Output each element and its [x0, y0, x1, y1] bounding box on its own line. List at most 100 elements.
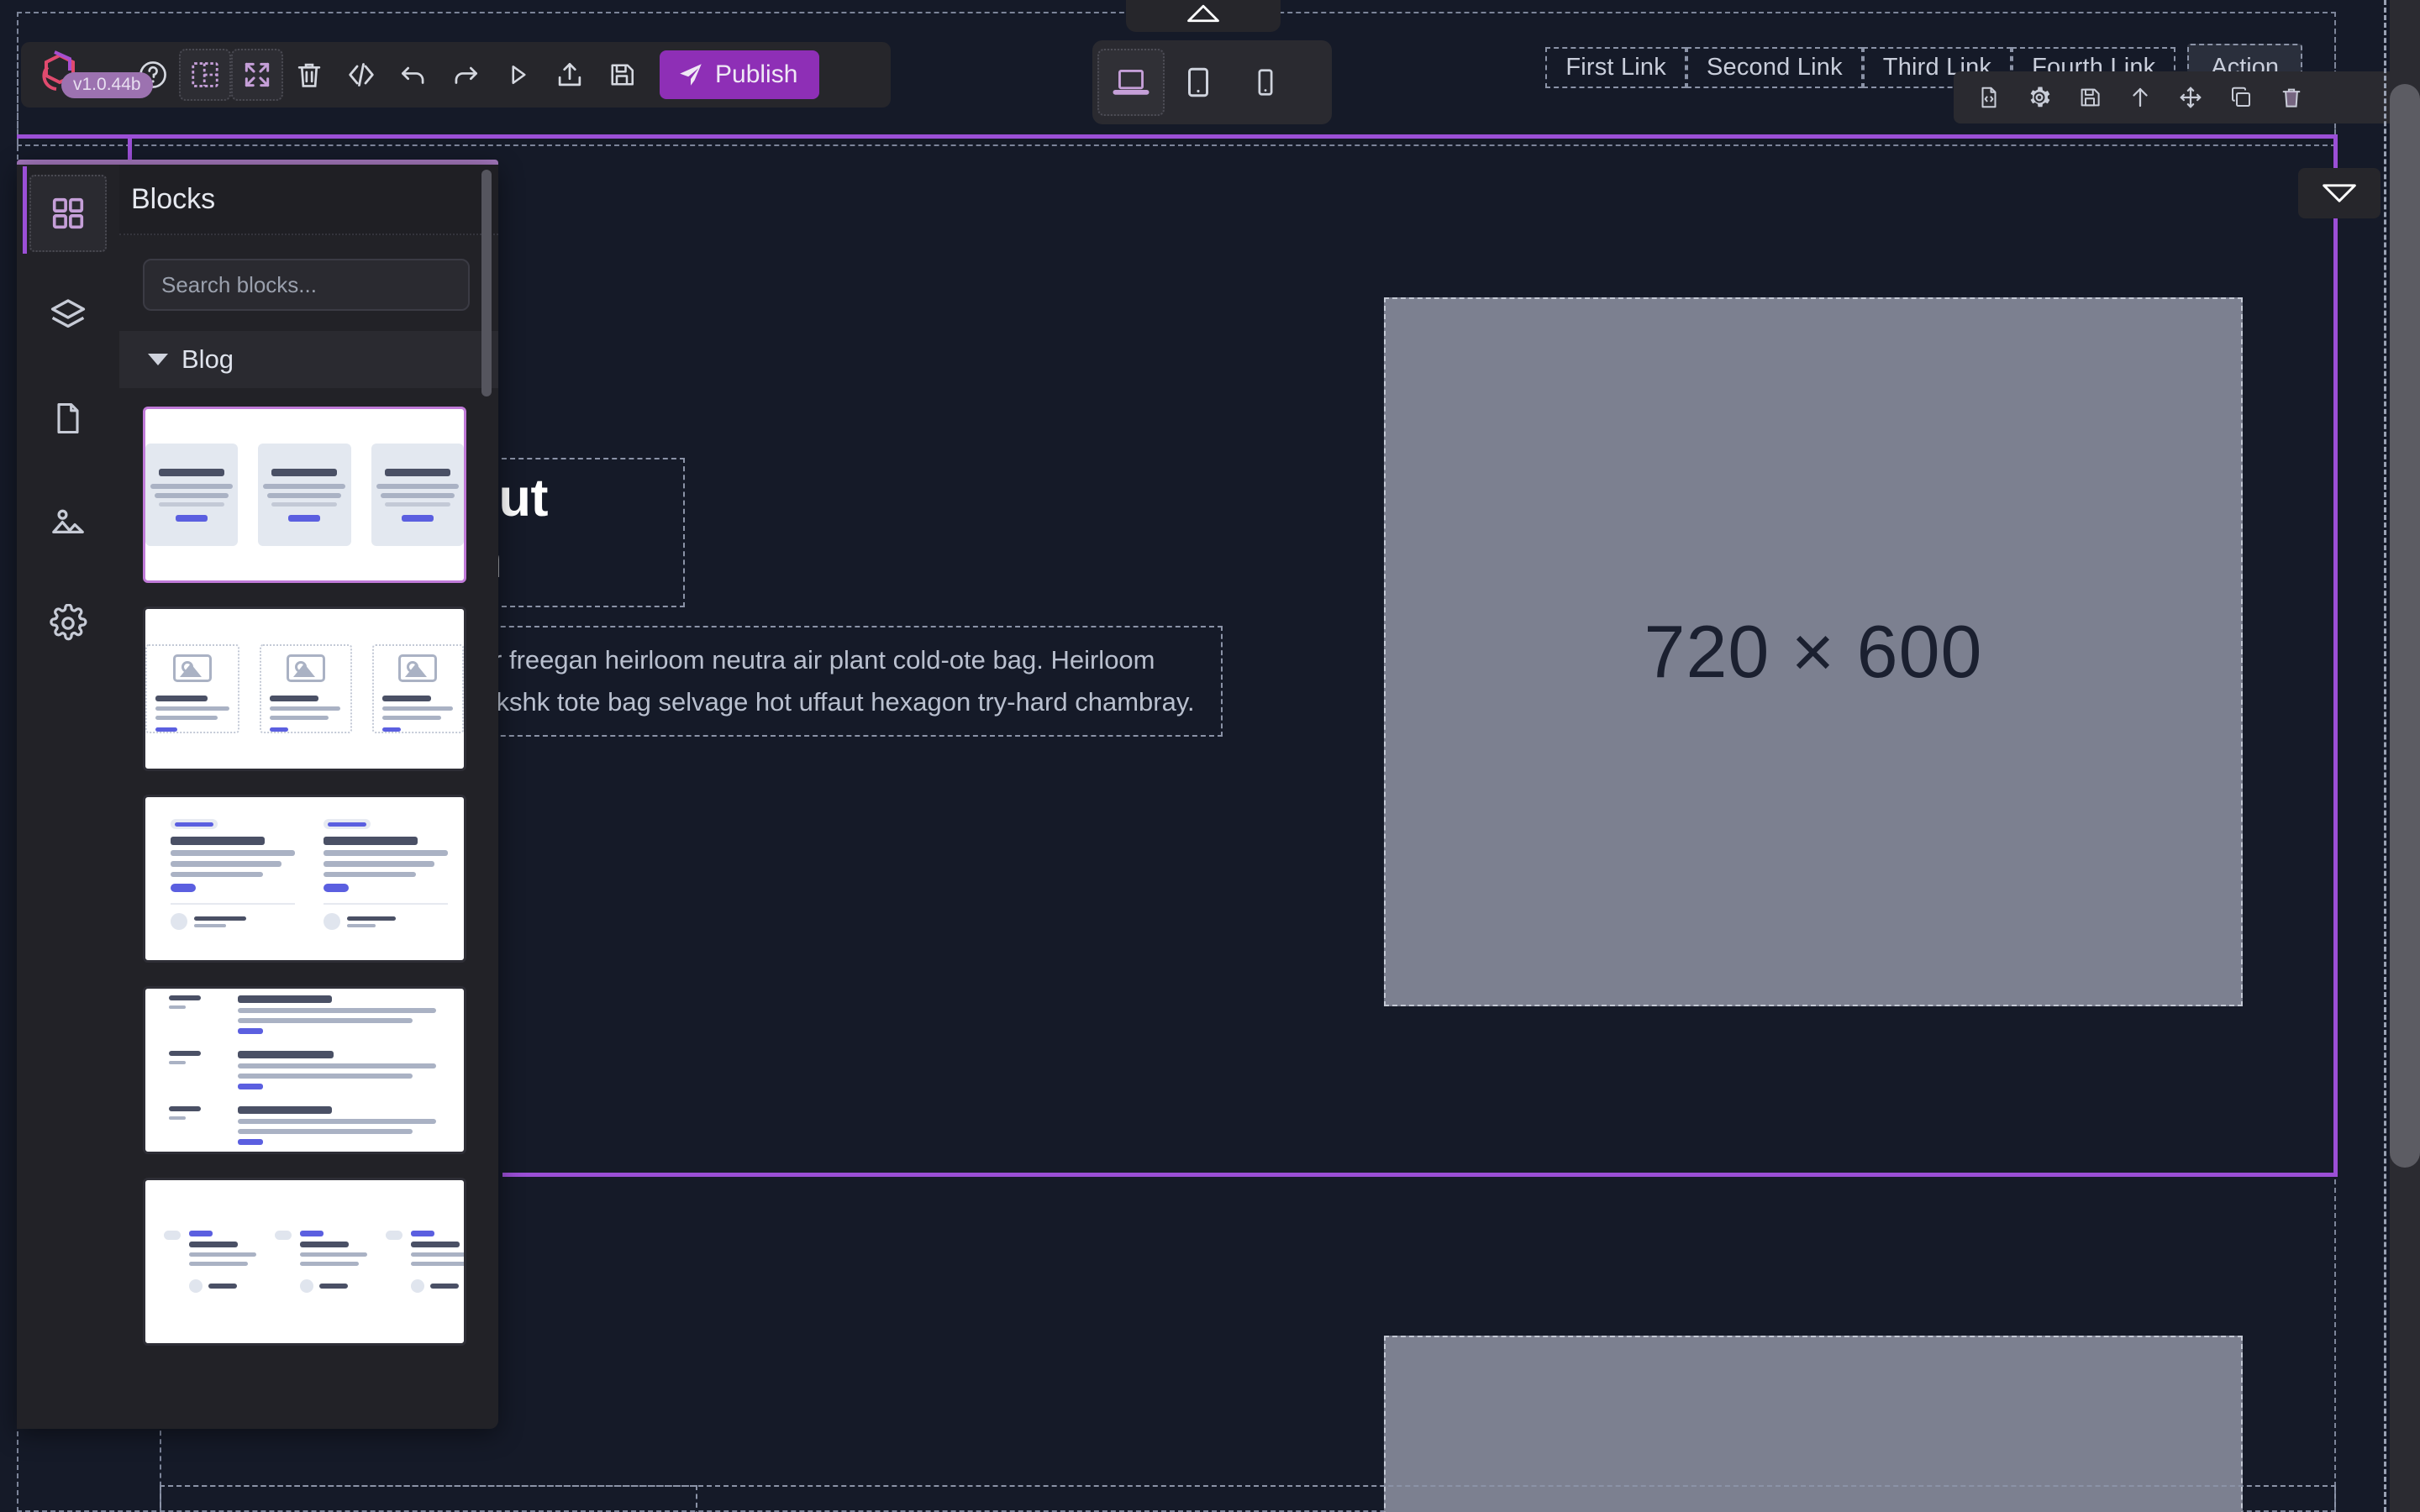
mini-column	[324, 819, 448, 938]
device-tablet-button[interactable]	[1165, 49, 1232, 116]
code-file-icon	[1981, 87, 1996, 108]
copy-icon	[2232, 87, 2250, 107]
fullscreen-button[interactable]	[231, 49, 283, 101]
selection-highlight-right	[2333, 134, 2338, 1176]
device-switcher	[1092, 40, 1332, 124]
ctx-edit-code-button[interactable]	[1970, 79, 2007, 116]
editor-root: First Link Second Link Third Link Fourth…	[0, 0, 2420, 1512]
publish-button[interactable]: Publish	[660, 50, 820, 99]
mini-column	[386, 1231, 464, 1293]
desktop-icon	[1113, 70, 1150, 95]
export-icon	[558, 62, 581, 87]
toggle-borders-button[interactable]	[179, 49, 231, 101]
undo-button[interactable]	[387, 49, 439, 101]
image-icon	[286, 654, 325, 683]
sidebar-item-blocks[interactable]	[23, 166, 107, 254]
blocks-list[interactable]	[119, 388, 498, 1429]
trash-icon	[297, 63, 321, 87]
version-badge: v1.0.44b	[61, 72, 153, 98]
chevron-down-icon	[148, 354, 168, 365]
blocks-panel-header: Blocks	[119, 165, 498, 235]
block-thumb-blog-list-rows[interactable]	[143, 986, 466, 1154]
nav-link-first[interactable]: First Link	[1545, 47, 1686, 88]
ctx-select-parent-button[interactable]	[2122, 79, 2159, 116]
page-scrollbar-thumb[interactable]	[2390, 84, 2420, 1168]
ctx-duplicate-button[interactable]	[2223, 79, 2260, 116]
blocks-panel-scrollbar[interactable]	[481, 170, 492, 396]
export-button[interactable]	[544, 49, 596, 101]
device-mobile-button[interactable]	[1232, 49, 1299, 116]
redo-icon	[455, 66, 478, 84]
chevron-down-icon	[2323, 184, 2356, 202]
ctx-move-button[interactable]	[2172, 79, 2209, 116]
layers-icon	[50, 299, 86, 328]
block-thumb-blog-three-column-avatar[interactable]	[143, 1178, 466, 1346]
block-thumb-blog-cards-centered[interactable]	[143, 407, 466, 583]
publish-label: Publish	[715, 60, 798, 88]
save-icon	[611, 64, 634, 86]
image-icon	[52, 509, 84, 534]
undo-icon	[401, 66, 424, 84]
lower-subsection-outline	[160, 1485, 697, 1512]
sidebar-item-pages[interactable]	[29, 380, 107, 457]
block-category-label: Blog	[182, 344, 234, 374]
mini-card	[145, 444, 239, 546]
mini-card	[260, 644, 352, 733]
mini-row	[169, 995, 440, 1034]
selection-highlight-top	[17, 134, 2336, 139]
code-icon	[349, 63, 374, 87]
canvas-right-guide	[2384, 0, 2386, 1512]
mini-card	[145, 644, 239, 733]
trash-icon	[2282, 88, 2301, 108]
view-code-button[interactable]	[335, 49, 387, 101]
search-input[interactable]	[143, 259, 470, 311]
panel-rail	[17, 165, 119, 1429]
main-toolbar: v1.0.44b Publish	[21, 42, 891, 108]
sidebar-item-settings[interactable]	[29, 585, 107, 662]
open-right-panel-button[interactable]	[2298, 168, 2381, 218]
collapse-toolbar-button[interactable]	[1126, 0, 1281, 32]
mini-card	[371, 444, 464, 546]
block-category-blog[interactable]: Blog	[119, 331, 498, 388]
selection-highlight-bottom	[502, 1173, 2338, 1177]
ctx-settings-button[interactable]	[2021, 79, 2058, 116]
image-placeholder-1-label: 720 × 600	[1644, 610, 1983, 693]
preview-icon	[512, 65, 526, 85]
blocks-panel-main: Blocks Blog	[119, 165, 498, 1429]
tablet-icon	[1188, 67, 1208, 97]
component-context-toolbar	[1954, 71, 2420, 123]
page-scrollbar-track[interactable]	[2390, 0, 2420, 1512]
mini-column	[171, 819, 295, 938]
preview-button[interactable]	[492, 49, 544, 101]
fullscreen-icon	[245, 62, 270, 87]
mobile-icon	[1258, 69, 1273, 96]
mini-row	[169, 1051, 440, 1089]
mini-column	[275, 1231, 367, 1293]
clear-canvas-button[interactable]	[283, 49, 335, 101]
mini-card	[258, 444, 351, 546]
layout-borders-icon	[192, 62, 218, 87]
block-thumb-blog-two-column-author[interactable]	[143, 795, 466, 963]
nav-link-second[interactable]: Second Link	[1686, 47, 1863, 88]
save-icon	[2081, 88, 2100, 107]
mini-column	[164, 1231, 256, 1293]
ctx-save-button[interactable]	[2071, 79, 2108, 116]
app-logo[interactable]: v1.0.44b	[36, 49, 153, 101]
blocks-search-wrap	[119, 235, 498, 331]
sidebar-item-assets[interactable]	[29, 482, 107, 559]
ctx-delete-button[interactable]	[2273, 79, 2310, 116]
gear-icon	[2030, 87, 2050, 108]
save-button[interactable]	[596, 49, 648, 101]
device-desktop-button[interactable]	[1097, 49, 1165, 116]
arrow-up-icon	[2133, 87, 2148, 108]
image-placeholder-1[interactable]: 720 × 600	[1384, 297, 2243, 1006]
move-icon	[2180, 87, 2202, 108]
mini-row	[169, 1106, 440, 1145]
block-thumb-blog-cards-with-image[interactable]	[143, 606, 466, 771]
blocks-panel-title: Blocks	[131, 182, 216, 215]
sidebar-item-layers[interactable]	[29, 277, 107, 354]
redo-button[interactable]	[439, 49, 492, 101]
page-icon	[57, 402, 79, 434]
image-icon	[173, 654, 212, 683]
blocks-panel: Blocks Blog	[17, 165, 498, 1429]
